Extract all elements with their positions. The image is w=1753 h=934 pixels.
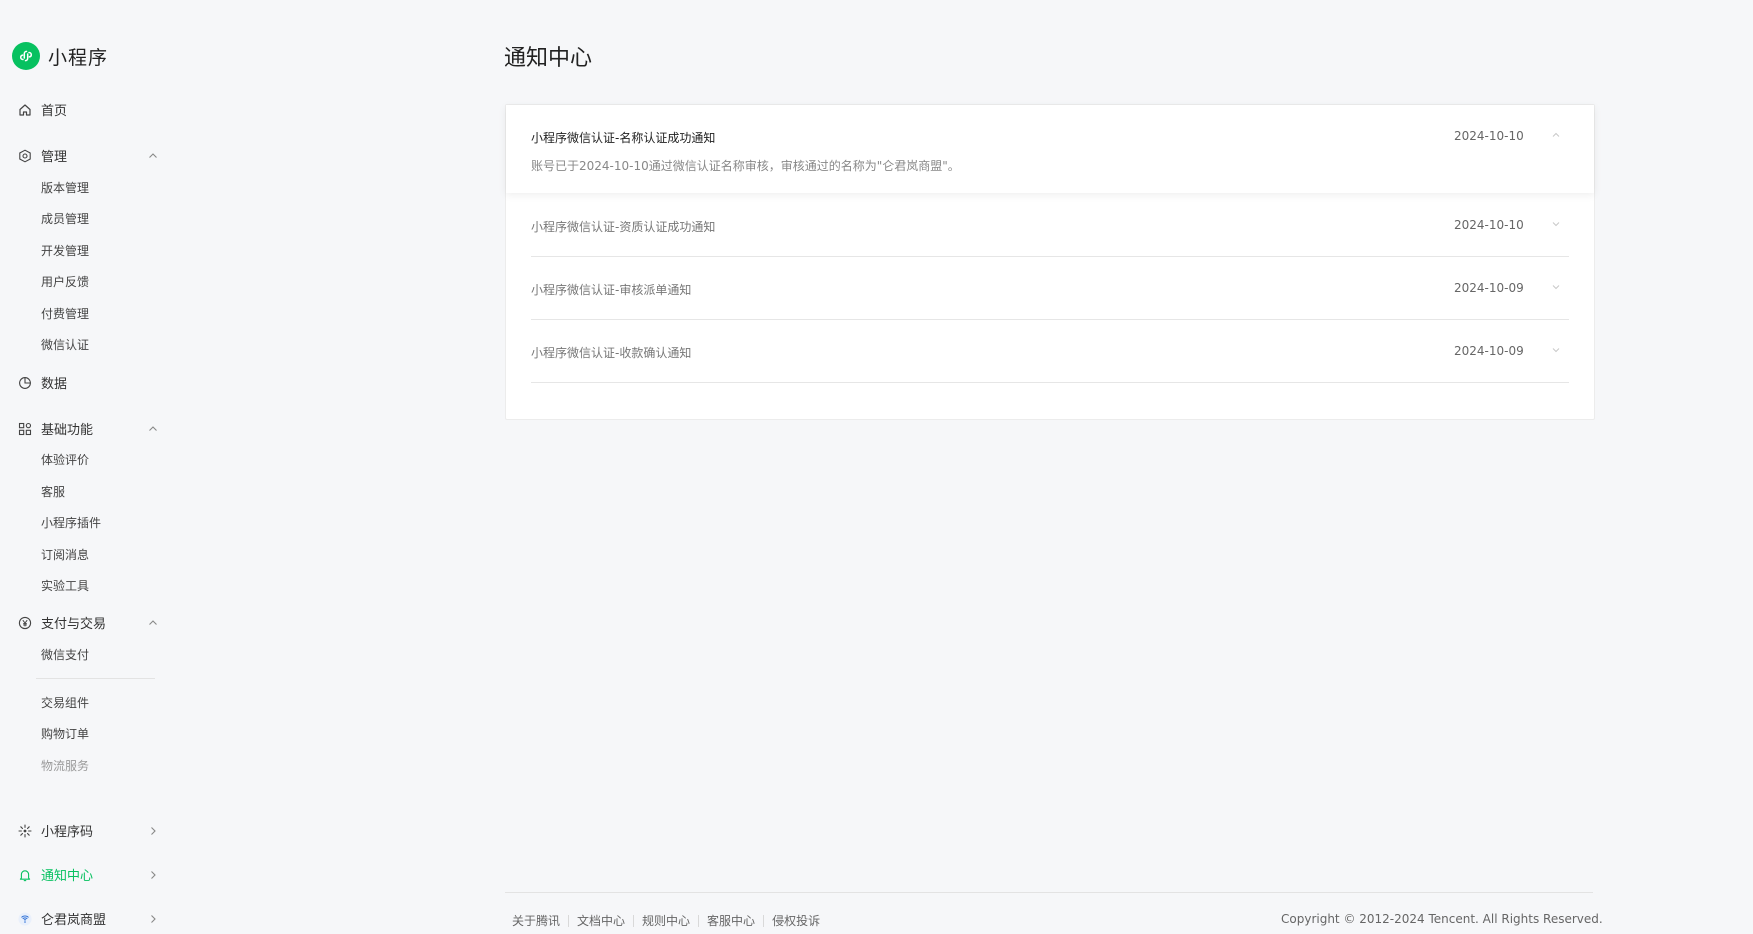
sidebar-group-basic[interactable]: 基础功能 — [18, 419, 160, 438]
avatar-icon — [18, 911, 32, 926]
notice-body: 账号已于2024-10-10通过微信认证名称审核，审核通过的名称为"仑君岚商盟"… — [531, 159, 960, 173]
footer-separator — [763, 914, 765, 927]
sidebar-item-version[interactable]: 版本管理 — [41, 180, 89, 196]
account-name: 仑君岚商盟 — [41, 913, 107, 928]
sidebar-item-wechat-cert[interactable]: 微信认证 — [41, 337, 89, 353]
footer-separator — [698, 914, 700, 927]
notice-date: 2024-10-09 — [1454, 281, 1524, 295]
chevron-right-icon — [146, 868, 160, 882]
notice-title: 小程序微信认证-收款确认通知 — [531, 346, 692, 360]
sidebar-item-subscribe[interactable]: 订阅消息 — [41, 547, 89, 563]
row-divider — [531, 382, 1569, 383]
footer-separator — [568, 914, 570, 927]
notice-item[interactable]: 小程序微信认证-审核派单通知 2024-10-09 — [506, 257, 1594, 319]
notice-item[interactable]: 小程序微信认证-收款确认通知 2024-10-09 — [506, 320, 1594, 382]
yuan-icon — [18, 616, 32, 630]
sidebar-divider — [36, 678, 155, 679]
notice-title: 小程序微信认证-资质认证成功通知 — [531, 220, 716, 234]
sidebar-item-develop[interactable]: 开发管理 — [41, 243, 89, 259]
sidebar-item-members[interactable]: 成员管理 — [41, 211, 89, 227]
sidebar-item-data[interactable]: 数据 — [18, 373, 160, 392]
footer-separator — [633, 914, 635, 927]
chevron-up-icon[interactable] — [146, 422, 160, 436]
sidebar-item-paid[interactable]: 付费管理 — [41, 306, 89, 322]
caret-down-icon[interactable] — [1551, 282, 1561, 292]
sidebar-item-feedback[interactable]: 用户反馈 — [41, 274, 89, 290]
sidebar-item-label: 通知中心 — [41, 869, 94, 884]
footer-link-infringement[interactable]: 侵权投诉 — [772, 912, 820, 929]
sidebar-item-service[interactable]: 客服 — [41, 484, 65, 500]
sidebar-item-home[interactable]: 首页 — [18, 100, 160, 119]
footer-links: 关于腾讯 文档中心 规则中心 客服中心 侵权投诉 — [512, 912, 820, 929]
sidebar-item-orders[interactable]: 购物订单 — [41, 726, 89, 742]
chevron-right-icon — [146, 912, 160, 926]
caret-up-icon[interactable] — [1551, 130, 1561, 140]
sidebar-group-label: 管理 — [41, 150, 68, 165]
notice-title: 小程序微信认证-名称认证成功通知 — [531, 131, 716, 145]
sidebar-item-qrcode[interactable]: 小程序码 — [18, 821, 160, 840]
footer-divider — [505, 892, 1593, 893]
caret-down-icon[interactable] — [1551, 345, 1561, 355]
notice-list: 小程序微信认证-名称认证成功通知 2024-10-10 账号已于2024-10-… — [505, 104, 1595, 420]
footer-link-about[interactable]: 关于腾讯 — [512, 912, 560, 929]
notice-title: 小程序微信认证-审核派单通知 — [531, 283, 692, 297]
sidebar-group-label: 支付与交易 — [41, 617, 107, 632]
brand-logo[interactable]: 小程序 — [12, 42, 108, 70]
footer-link-rules[interactable]: 规则中心 — [642, 912, 690, 929]
bell-icon — [18, 868, 32, 882]
notice-date: 2024-10-10 — [1454, 129, 1524, 143]
footer-link-support[interactable]: 客服中心 — [707, 912, 755, 929]
notice-date: 2024-10-10 — [1454, 218, 1524, 232]
sun-code-icon — [18, 823, 32, 838]
sidebar-group-manage[interactable]: 管理 — [18, 146, 160, 165]
sidebar-item-trade-component[interactable]: 交易组件 — [41, 695, 89, 711]
sidebar-item-wechat-pay[interactable]: 微信支付 — [41, 647, 89, 663]
page-title: 通知中心 — [504, 46, 593, 71]
chevron-up-icon[interactable] — [146, 149, 160, 163]
sidebar-item-label: 首页 — [41, 104, 68, 119]
sidebar-item-experience[interactable]: 体验评价 — [41, 452, 89, 468]
notice-item[interactable]: 小程序微信认证-资质认证成功通知 2024-10-10 — [506, 193, 1594, 255]
home-icon — [18, 103, 32, 117]
pie-chart-icon — [18, 376, 32, 390]
hexagon-settings-icon — [18, 149, 32, 163]
sidebar-item-lab[interactable]: 实验工具 — [41, 578, 89, 594]
sidebar-item-plugin[interactable]: 小程序插件 — [41, 515, 101, 531]
caret-down-icon[interactable] — [1551, 219, 1561, 229]
grid-icon — [18, 422, 32, 436]
sidebar-item-notice-center[interactable]: 通知中心 — [18, 865, 160, 884]
copyright: Copyright © 2012-2024 Tencent. All Right… — [1281, 912, 1603, 926]
footer-link-docs[interactable]: 文档中心 — [577, 912, 625, 929]
sidebar-item-label: 小程序码 — [41, 825, 94, 840]
sidebar-item-label: 数据 — [41, 377, 68, 392]
notice-item-expanded[interactable]: 小程序微信认证-名称认证成功通知 2024-10-10 账号已于2024-10-… — [506, 105, 1594, 193]
sidebar-group-label: 基础功能 — [41, 423, 94, 438]
chevron-up-icon[interactable] — [146, 616, 160, 630]
sidebar-item-logistics[interactable]: 物流服务 — [41, 758, 89, 774]
miniprogram-logo-icon — [12, 42, 40, 70]
sidebar: 小程序 首页 管理 版本管理 成员管理 开发管理 用户反馈 付费管理 微信认证 … — [0, 0, 180, 934]
sidebar-group-pay[interactable]: 支付与交易 — [18, 613, 160, 632]
sidebar-account[interactable]: 仑君岚商盟 — [18, 909, 160, 928]
notice-date: 2024-10-09 — [1454, 344, 1524, 358]
chevron-right-icon — [146, 824, 160, 838]
brand-name: 小程序 — [48, 46, 109, 69]
